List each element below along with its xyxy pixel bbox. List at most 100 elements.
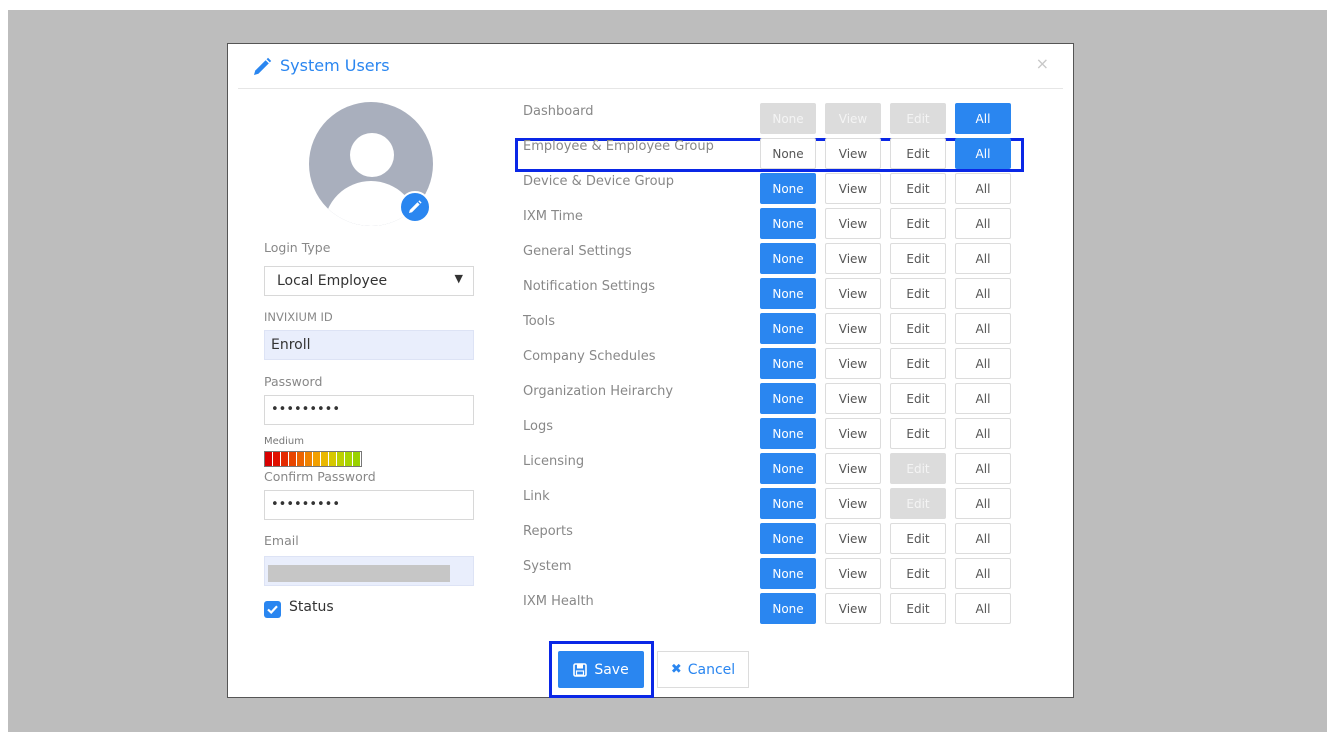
dialog-header: System Users × (238, 44, 1063, 89)
status-checkbox[interactable] (264, 601, 281, 618)
permission-label: General Settings (523, 244, 632, 259)
permission-all-button[interactable]: All (955, 418, 1011, 449)
permission-label: IXM Time (523, 209, 583, 224)
dialog-title: System Users (280, 56, 390, 75)
invixium-id-label: INVIXIUM ID (264, 310, 333, 324)
close-icon: ✖ (670, 662, 682, 677)
cancel-label: Cancel (687, 661, 736, 678)
permission-all-button[interactable]: All (955, 453, 1011, 484)
permission-label: System (523, 559, 572, 574)
login-type-value: Local Employee (277, 273, 388, 289)
permission-all-button[interactable]: All (955, 523, 1011, 554)
confirm-password-label: Confirm Password (264, 469, 376, 484)
save-label: Save (594, 661, 629, 678)
cancel-button[interactable]: ✖ Cancel (657, 651, 749, 688)
redacted-email (268, 565, 450, 582)
permission-none-button[interactable]: None (760, 488, 816, 519)
permission-label: Device & Device Group (523, 174, 675, 189)
permission-edit-button[interactable]: Edit (890, 523, 946, 554)
confirm-password-input[interactable]: ••••••••• (264, 490, 474, 520)
permission-edit-button[interactable]: Edit (890, 593, 946, 624)
check-icon (267, 605, 278, 615)
permission-label: IXM Health (523, 594, 594, 609)
dropdown-arrow-icon: ▼ (454, 272, 463, 285)
permission-view-button[interactable]: View (825, 208, 881, 239)
permission-all-button[interactable]: All (955, 593, 1011, 624)
permission-none-button[interactable]: None (760, 523, 816, 554)
permission-edit-button[interactable]: Edit (890, 173, 946, 204)
permission-none-button[interactable]: None (760, 243, 816, 274)
permission-label: Organization Heirarchy (523, 384, 674, 399)
invixium-id-input[interactable]: Enroll (264, 330, 474, 360)
permission-label: Link (523, 489, 550, 504)
permission-none-button[interactable]: None (760, 383, 816, 414)
permission-edit-button: Edit (890, 103, 946, 134)
permission-all-button[interactable]: All (955, 243, 1011, 274)
permission-edit-button[interactable]: Edit (890, 278, 946, 309)
permission-all-button[interactable]: All (955, 278, 1011, 309)
permission-edit-button: Edit (890, 453, 946, 484)
save-button[interactable]: Save (558, 651, 644, 688)
permission-label: Licensing (523, 454, 585, 469)
permission-view-button[interactable]: View (825, 348, 881, 379)
password-strength-meter (264, 451, 362, 467)
permission-label: Tools (523, 314, 556, 329)
permission-view-button[interactable]: View (825, 243, 881, 274)
permission-none-button[interactable]: None (760, 558, 816, 589)
permission-edit-button[interactable]: Edit (890, 208, 946, 239)
permission-label: Employee & Employee Group (523, 139, 714, 154)
permission-edit-button[interactable]: Edit (890, 383, 946, 414)
permission-view-button[interactable]: View (825, 558, 881, 589)
permission-all-button[interactable]: All (955, 103, 1011, 134)
permission-none-button[interactable]: None (760, 278, 816, 309)
permission-view-button[interactable]: View (825, 523, 881, 554)
permission-none-button[interactable]: None (760, 173, 816, 204)
permission-none-button[interactable]: None (760, 418, 816, 449)
permission-label: Company Schedules (523, 349, 656, 364)
permission-edit-button[interactable]: Edit (890, 418, 946, 449)
email-input[interactable] (264, 556, 474, 586)
login-type-label: Login Type (264, 240, 331, 255)
login-type-select[interactable]: Local Employee ▼ (264, 266, 474, 296)
permission-all-button[interactable]: All (955, 488, 1011, 519)
permission-edit-button[interactable]: Edit (890, 348, 946, 379)
permission-all-button[interactable]: All (955, 558, 1011, 589)
permission-none-button[interactable]: None (760, 313, 816, 344)
permission-view-button[interactable]: View (825, 488, 881, 519)
permission-view-button[interactable]: View (825, 593, 881, 624)
permission-view-button[interactable]: View (825, 418, 881, 449)
permission-all-button[interactable]: All (955, 348, 1011, 379)
permission-view-button[interactable]: View (825, 383, 881, 414)
permission-none-button[interactable]: None (760, 348, 816, 379)
permission-edit-button[interactable]: Edit (890, 138, 946, 169)
permission-all-button[interactable]: All (955, 138, 1011, 169)
permission-none-button[interactable]: None (760, 453, 816, 484)
email-label: Email (264, 533, 299, 548)
permission-label: Dashboard (523, 104, 594, 119)
close-icon[interactable]: × (1036, 54, 1049, 73)
permission-edit-button[interactable]: Edit (890, 558, 946, 589)
pencil-icon (409, 200, 422, 213)
permission-edit-button[interactable]: Edit (890, 243, 946, 274)
permission-all-button[interactable]: All (955, 173, 1011, 204)
permission-none-button[interactable]: None (760, 208, 816, 239)
edit-avatar-button[interactable] (399, 191, 431, 223)
permission-edit-button[interactable]: Edit (890, 313, 946, 344)
permission-none-button[interactable]: None (760, 138, 816, 169)
password-input[interactable]: ••••••••• (264, 395, 474, 425)
pencil-icon (252, 57, 272, 81)
password-label: Password (264, 374, 323, 389)
permission-all-button[interactable]: All (955, 313, 1011, 344)
status-label: Status (289, 599, 334, 615)
permission-view-button[interactable]: View (825, 313, 881, 344)
permission-label: Notification Settings (523, 279, 656, 294)
permission-view-button[interactable]: View (825, 138, 881, 169)
permission-view-button[interactable]: View (825, 453, 881, 484)
permission-all-button[interactable]: All (955, 383, 1011, 414)
password-strength-label: Medium (264, 436, 304, 447)
permission-edit-button: Edit (890, 488, 946, 519)
permission-none-button[interactable]: None (760, 593, 816, 624)
permission-all-button[interactable]: All (955, 208, 1011, 239)
permission-view-button[interactable]: View (825, 278, 881, 309)
permission-view-button[interactable]: View (825, 173, 881, 204)
